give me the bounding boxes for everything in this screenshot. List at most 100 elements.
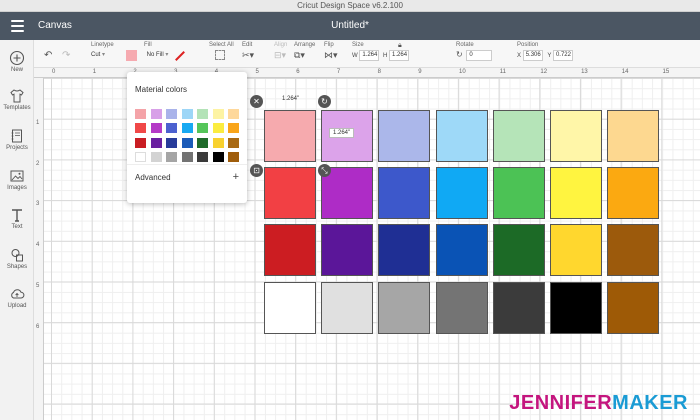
sidebar-item-label: Text: [11, 224, 23, 230]
color-swatch-square[interactable]: [607, 167, 660, 220]
material-color-chip[interactable]: [197, 151, 208, 162]
material-color-chip[interactable]: [212, 151, 224, 162]
rotate-handle-icon[interactable]: ↻: [318, 95, 331, 108]
color-swatch-square[interactable]: [492, 110, 545, 162]
select-all-group[interactable]: Select All: [209, 42, 234, 62]
material-color-chip[interactable]: [212, 109, 224, 119]
fill-select[interactable]: No Fill ▾: [147, 50, 169, 61]
material-color-chip[interactable]: [228, 109, 239, 119]
material-color-chip[interactable]: [197, 109, 208, 119]
color-swatch-square[interactable]: [435, 224, 488, 277]
x-input[interactable]: 5.306: [522, 50, 543, 61]
lock-handle-icon[interactable]: ⊡: [250, 164, 263, 177]
material-color-chip[interactable]: [166, 123, 177, 134]
color-swatch-square[interactable]: [492, 167, 545, 220]
material-color-chip[interactable]: [228, 123, 239, 134]
sidebar-item-upload[interactable]: Upload: [0, 286, 34, 309]
sidebar-item-shapes[interactable]: Shapes: [0, 247, 34, 270]
ruler-top-tick: 0: [52, 69, 56, 75]
sidebar-item-new[interactable]: New: [0, 50, 34, 73]
material-color-chip[interactable]: [228, 137, 239, 148]
material-color-chip[interactable]: [228, 151, 239, 162]
panel-title: Material colors: [135, 85, 188, 94]
material-color-chip[interactable]: [181, 123, 193, 134]
color-swatch-square[interactable]: [550, 224, 602, 277]
fill-group: Fill No Fill ▾: [126, 42, 186, 61]
ruler-left-tick: 6: [36, 323, 40, 330]
sidebar-item-templates[interactable]: Templates: [0, 88, 34, 111]
color-swatch-square[interactable]: [435, 167, 488, 220]
color-swatch-square[interactable]: [378, 110, 431, 162]
material-color-chip[interactable]: [150, 151, 162, 162]
width-input[interactable]: 1.264: [359, 50, 380, 61]
advanced-expand-icon[interactable]: +: [233, 171, 239, 183]
material-color-chip[interactable]: [197, 137, 208, 148]
sidebar-item-text[interactable]: Text: [0, 207, 34, 230]
material-color-chip[interactable]: [135, 123, 146, 134]
lock-icon[interactable]: 🔒︎: [398, 42, 402, 50]
color-swatch-square[interactable]: [264, 110, 316, 162]
notebook-icon: [11, 129, 22, 143]
undo-icon[interactable]: ↶: [44, 50, 52, 61]
flip-icon: ⋈▾: [324, 50, 338, 60]
rotate-icon: ↻: [456, 50, 463, 60]
sidebar-item-projects[interactable]: Projects: [0, 128, 34, 151]
material-color-chip[interactable]: [166, 109, 177, 119]
color-swatch-square[interactable]: [378, 224, 431, 277]
color-swatch-square[interactable]: [607, 110, 660, 162]
material-color-chip[interactable]: [197, 123, 208, 134]
delete-handle-icon[interactable]: ✕: [250, 95, 263, 108]
color-swatch-square[interactable]: [607, 224, 660, 277]
material-color-chip[interactable]: [135, 137, 146, 148]
color-swatch-square[interactable]: [607, 281, 660, 334]
material-color-chip[interactable]: [150, 123, 162, 134]
pen-icon[interactable]: [175, 50, 185, 61]
material-color-chip[interactable]: [135, 151, 146, 162]
material-color-chip[interactable]: [212, 137, 224, 148]
advanced-label[interactable]: Advanced: [135, 173, 171, 182]
color-swatch-square[interactable]: [550, 281, 602, 334]
color-swatch-square[interactable]: [264, 167, 316, 220]
material-color-chip[interactable]: [181, 151, 193, 162]
watermark-part1: JENNIFER: [509, 392, 613, 414]
color-swatch-square[interactable]: [435, 281, 488, 334]
flip-group[interactable]: Flip ⋈▾: [324, 42, 338, 61]
selection-width-tag: 1.264": [282, 96, 300, 102]
color-swatch-square[interactable]: [492, 224, 545, 277]
size-group: Size 🔒︎ W 1.264 H 1.264: [352, 42, 442, 61]
linetype-select[interactable]: Cut ▾: [91, 50, 105, 61]
height-input[interactable]: 1.264: [389, 50, 410, 61]
material-color-chip[interactable]: [212, 123, 224, 134]
select-all-label: Select All: [209, 42, 234, 48]
y-input[interactable]: 0.722: [552, 50, 573, 61]
material-color-chip[interactable]: [135, 109, 146, 119]
color-swatch-square[interactable]: [435, 110, 488, 162]
color-swatch-square[interactable]: [550, 110, 602, 162]
material-color-chip[interactable]: [166, 151, 177, 162]
resize-handle-icon[interactable]: ⤡: [318, 164, 331, 177]
sidebar-item-images[interactable]: Images: [0, 168, 34, 191]
color-swatch-square[interactable]: [378, 281, 431, 334]
color-swatch-square[interactable]: [378, 167, 431, 220]
selection-height-tag: 1.264": [329, 128, 355, 138]
color-swatch-square[interactable]: [264, 224, 316, 277]
material-color-chip[interactable]: [150, 137, 162, 148]
material-color-chip[interactable]: [181, 137, 193, 148]
fill-color-swatch[interactable]: [126, 50, 137, 61]
color-swatch-square[interactable]: [492, 281, 545, 334]
redo-icon[interactable]: ↷: [62, 50, 70, 61]
color-swatch-square[interactable]: [264, 281, 316, 334]
arrange-group[interactable]: Arrange ⧉▾: [294, 42, 315, 61]
ruler-top-tick: 10: [459, 69, 466, 75]
material-color-chip[interactable]: [150, 109, 162, 119]
color-swatch-square[interactable]: [321, 224, 374, 277]
material-color-chip[interactable]: [166, 137, 177, 148]
flip-label: Flip: [324, 42, 334, 48]
edit-group[interactable]: Edit ✂▾: [242, 42, 254, 61]
material-color-chip[interactable]: [181, 109, 193, 119]
color-swatch-square[interactable]: [550, 167, 602, 220]
edit-label: Edit: [242, 42, 253, 48]
rotate-input[interactable]: 0: [466, 50, 493, 61]
color-swatch-square[interactable]: [321, 281, 374, 334]
align-group[interactable]: Align ⊟▾: [274, 42, 287, 61]
